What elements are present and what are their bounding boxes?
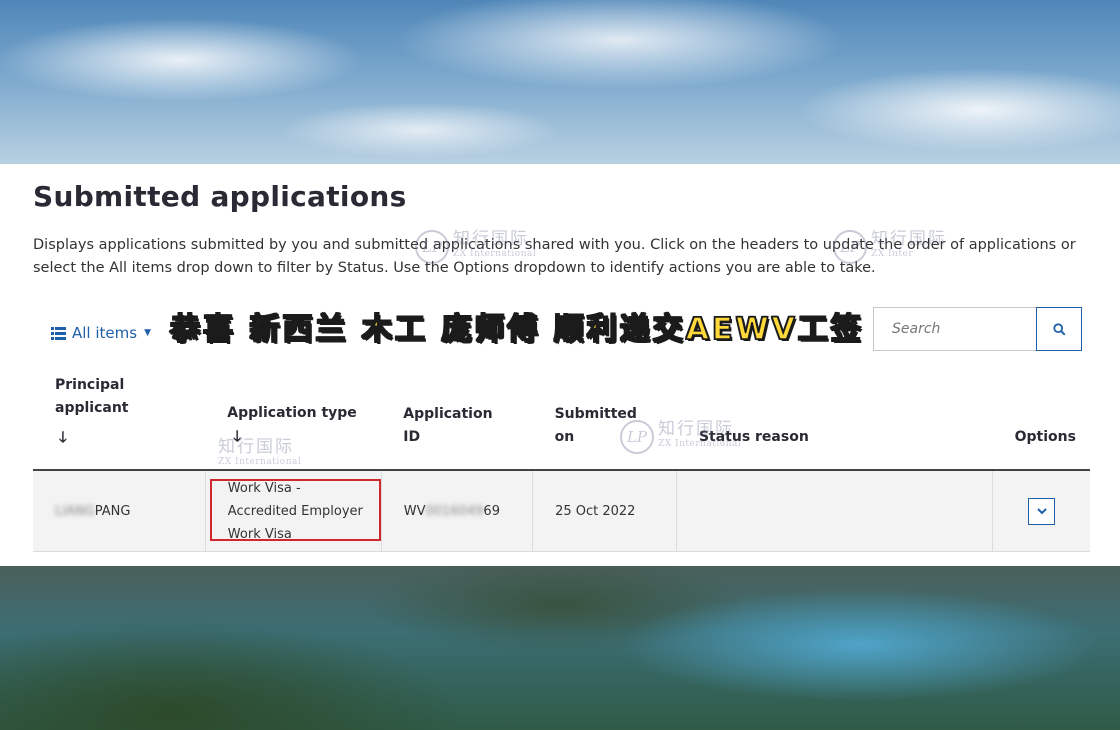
background-landscape [0, 565, 1120, 730]
redacted-text: LIANG [55, 503, 95, 519]
search-input[interactable] [873, 307, 1036, 351]
cell-submitted-on: 25 Oct 2022 [532, 470, 678, 552]
cell-principal-applicant: LIANGPANG [33, 470, 206, 552]
table-row: LIANGPANG Work Visa - Accredited Employe… [33, 470, 1090, 552]
promo-banner: 恭喜 新西兰 木工 庞师傅 顺利递交AEWV工签 [169, 311, 864, 348]
cell-application-type: Work Visa - Accredited Employer Work Vis… [205, 470, 382, 552]
cell-application-id: WV001604969 [381, 470, 534, 552]
redacted-text: 0016049 [425, 503, 484, 519]
page-description: Displays applications submitted by you a… [33, 237, 1076, 276]
search-bar [873, 307, 1082, 351]
header-submitted-on[interactable]: Submitted on [532, 366, 677, 471]
cell-options [992, 470, 1090, 552]
all-items-dropdown[interactable]: All items ▼ [51, 324, 151, 342]
page-title: Submitted applications [33, 180, 407, 213]
applications-panel: Submitted applications Displays applicat… [0, 164, 1120, 566]
options-dropdown-button[interactable] [1028, 497, 1056, 525]
list-icon [51, 326, 66, 340]
applications-table: Principal applicant 🡓 Application type🡓 … [33, 366, 1090, 552]
header-application-id[interactable]: Application ID [381, 366, 533, 471]
header-principal-applicant[interactable]: Principal applicant 🡓 [33, 366, 206, 471]
all-items-label: All items [72, 324, 138, 342]
background-sky [0, 0, 1120, 165]
header-status-reason[interactable]: Status reason [676, 366, 993, 471]
search-icon [1052, 322, 1066, 336]
search-button[interactable] [1036, 307, 1082, 351]
header-options: Options [992, 366, 1090, 471]
sort-down-icon: 🡓 [59, 428, 67, 446]
sort-down-icon: 🡓 [233, 427, 242, 445]
chevron-down-icon [1036, 507, 1047, 514]
header-application-type[interactable]: Application type🡓 [205, 366, 382, 471]
caret-down-icon: ▼ [144, 328, 151, 338]
cell-status-reason [676, 470, 994, 552]
